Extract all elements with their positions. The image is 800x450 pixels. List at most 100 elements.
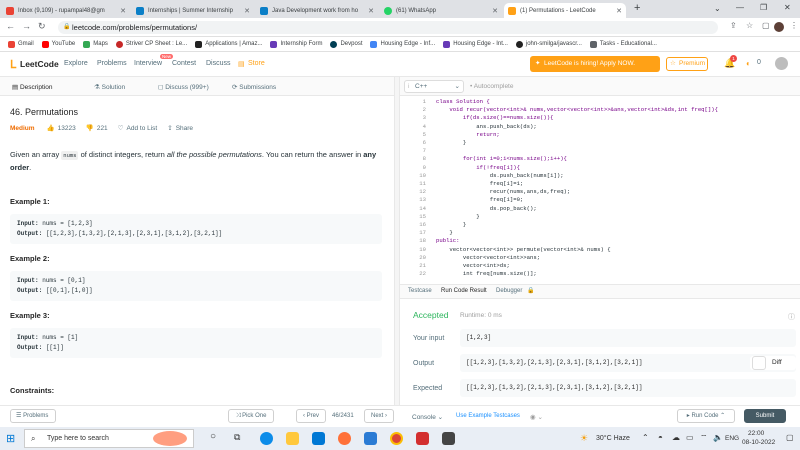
language-indicator[interactable]: ENG bbox=[725, 435, 739, 442]
code-line[interactable]: 9 if(!freq[i]){ bbox=[400, 164, 800, 172]
close-icon[interactable]: ✕ bbox=[492, 7, 498, 15]
code-line[interactable]: 11 freq[i]=1; bbox=[400, 180, 800, 188]
code-line[interactable]: 1 class Solution { bbox=[400, 98, 800, 106]
bookmark-housing-edge-2[interactable]: Housing Edge - Int... bbox=[443, 40, 508, 48]
tab-testcase[interactable]: Testcase bbox=[408, 288, 432, 294]
tab-solution[interactable]: ⚗ Solution bbox=[94, 83, 125, 91]
submit-button[interactable]: Submit bbox=[744, 409, 786, 423]
volume-icon[interactable]: 🔈 bbox=[713, 433, 723, 442]
clock-date[interactable]: 08-10-2022 bbox=[742, 439, 775, 446]
bookmark-amazon[interactable]: Applications | Amaz... bbox=[195, 40, 262, 48]
code-line[interactable]: 5 return; bbox=[400, 131, 800, 139]
bookmark-tasks[interactable]: Tasks - Educational... bbox=[589, 40, 657, 48]
windows-start-icon[interactable]: ⊞ bbox=[6, 432, 15, 445]
language-select[interactable]: i C++ ⌄ bbox=[404, 80, 464, 93]
code-line[interactable]: 7 bbox=[400, 147, 800, 155]
thumbs-down-icon[interactable]: 👎 bbox=[86, 124, 94, 132]
nav-contest[interactable]: Contest bbox=[172, 60, 196, 67]
url-input[interactable]: 🔒 leetcode.com/problems/permutations/ bbox=[58, 21, 718, 34]
tab-gmail[interactable]: Inbox (9,109) - rupampal48@gm ✕ bbox=[2, 3, 130, 18]
clock-time[interactable]: 22:00 bbox=[748, 430, 764, 437]
diff-toggle[interactable]: Diff bbox=[750, 356, 796, 370]
forward-icon[interactable]: → bbox=[22, 21, 31, 31]
close-icon[interactable]: ✕ bbox=[244, 7, 250, 15]
problems-button[interactable]: ☰ Problems bbox=[10, 409, 56, 423]
premium-button[interactable]: ☆ Premium bbox=[666, 57, 708, 71]
code-line[interactable]: 21 vector<int>ds; bbox=[400, 262, 800, 270]
bookmark-housing-edge-1[interactable]: Housing Edge - Inf... bbox=[370, 40, 435, 48]
taskbar-search-box[interactable]: ⌕ Type here to search bbox=[24, 429, 194, 448]
close-icon[interactable]: ✕ bbox=[616, 7, 622, 15]
battery-icon[interactable]: ▭ bbox=[686, 433, 694, 442]
bookmark-devpost[interactable]: Devpost bbox=[330, 40, 362, 48]
code-line[interactable]: 8 for(int i=0;i<nums.size();i++){ bbox=[400, 155, 800, 163]
code-line[interactable]: 12 recur(nums,ans,ds,freq); bbox=[400, 188, 800, 196]
help-icon[interactable]: ◉ ⌄ bbox=[530, 413, 543, 421]
nav-problems[interactable]: Problems bbox=[97, 60, 127, 67]
run-code-button[interactable]: ▸ Run Code ⌃ bbox=[677, 409, 735, 423]
coin-icon[interactable]: ◐ bbox=[746, 59, 751, 68]
bookmark-maps[interactable]: Maps bbox=[83, 40, 108, 48]
code-line[interactable]: 18 public: bbox=[400, 237, 800, 245]
chevron-down-icon[interactable]: ⌄ bbox=[714, 4, 721, 13]
logo-text[interactable]: LeetCode bbox=[20, 59, 59, 69]
code-line[interactable]: 15 } bbox=[400, 213, 800, 221]
chrome-icon[interactable] bbox=[390, 432, 403, 445]
nav-store[interactable]: Store bbox=[248, 60, 265, 67]
tab-java[interactable]: Java Development work from ho ✕ bbox=[256, 3, 378, 18]
star-icon[interactable]: ☆ bbox=[746, 21, 753, 30]
code-editor[interactable]: 1 class Solution {2 void recur(vector<int… bbox=[400, 98, 800, 284]
tray-cloud-icon[interactable]: ☁ bbox=[672, 433, 680, 442]
code-line[interactable]: 4 ans.push_back(ds); bbox=[400, 123, 800, 131]
thumbs-up-icon[interactable]: 👍 bbox=[47, 124, 55, 132]
nav-discuss[interactable]: Discuss bbox=[206, 60, 231, 67]
autocomplete-toggle[interactable]: • Autocomplete bbox=[470, 83, 513, 90]
tab-whatsapp[interactable]: (61) WhatsApp ✕ bbox=[380, 3, 502, 18]
bookmark-youtube[interactable]: YouTube bbox=[41, 40, 75, 48]
code-line[interactable]: 19 vector<vector<int>> permute(vector<in… bbox=[400, 246, 800, 254]
minimize-icon[interactable]: — bbox=[736, 3, 744, 12]
tray-network-icon[interactable]: ◓ bbox=[658, 433, 663, 442]
bookmark-striver[interactable]: Striver CP Sheet : Le... bbox=[115, 40, 187, 48]
share-icon[interactable]: ⇪ bbox=[730, 21, 737, 30]
tab-submissions[interactable]: ⟳ Submissions bbox=[232, 83, 276, 91]
vscode-icon[interactable] bbox=[364, 432, 377, 445]
back-icon[interactable]: ← bbox=[6, 21, 15, 31]
tab-run-code-result[interactable]: Run Code Result bbox=[441, 288, 487, 294]
pdf-reader-icon[interactable] bbox=[416, 432, 429, 445]
menu-icon[interactable]: ⋮ bbox=[790, 21, 798, 30]
next-button[interactable]: Next › bbox=[364, 409, 394, 423]
nav-explore[interactable]: Explore bbox=[64, 60, 88, 67]
notifications-icon[interactable]: ▢ bbox=[786, 433, 794, 442]
close-icon[interactable]: ✕ bbox=[368, 7, 374, 15]
wifi-icon[interactable]: ⌔ bbox=[700, 433, 708, 443]
code-line[interactable]: 6 } bbox=[400, 139, 800, 147]
cortana-icon[interactable]: ○ bbox=[210, 431, 216, 442]
bookmark-github[interactable]: john-smilga/javascr... bbox=[515, 40, 582, 48]
firefox-icon[interactable] bbox=[338, 432, 351, 445]
reload-icon[interactable]: ↻ bbox=[38, 21, 46, 32]
tab-debugger[interactable]: Debugger bbox=[496, 288, 522, 294]
task-view-icon[interactable]: ⧉ bbox=[234, 432, 240, 443]
user-avatar[interactable] bbox=[775, 57, 788, 70]
pick-one-button[interactable]: ⤨ Pick One bbox=[228, 409, 274, 423]
hiring-banner[interactable]: ✦ LeetCode is hiring! Apply NOW. bbox=[530, 56, 660, 72]
code-line[interactable]: 10 ds.push_back(nums[i]); bbox=[400, 172, 800, 180]
tab-description[interactable]: ▤ Description bbox=[12, 83, 52, 91]
mail-icon[interactable] bbox=[312, 432, 325, 445]
code-line[interactable]: 14 ds.pop_back(); bbox=[400, 205, 800, 213]
avatar[interactable] bbox=[774, 22, 784, 32]
sidebar-icon[interactable]: ▢ bbox=[762, 21, 770, 30]
close-icon[interactable]: ✕ bbox=[120, 7, 126, 15]
weather-text[interactable]: 30°C Haze bbox=[596, 435, 630, 442]
new-tab-button[interactable]: + bbox=[634, 2, 640, 14]
bookmark-gmail[interactable]: Gmail bbox=[8, 40, 34, 48]
code-line[interactable]: 3 if(ds.size()==nums.size()){ bbox=[400, 114, 800, 122]
code-line[interactable]: 22 int freq[nums.size()]; bbox=[400, 270, 800, 278]
tab-leetcode[interactable]: (1) Permutations - LeetCode ✕ bbox=[504, 3, 626, 18]
leetcode-logo-icon[interactable]: ᒪ bbox=[10, 58, 16, 71]
maximize-icon[interactable]: ❐ bbox=[760, 3, 767, 12]
tray-chevron-up-icon[interactable]: ⌃ bbox=[642, 433, 649, 442]
console-button[interactable]: Console ⌄ bbox=[412, 413, 443, 421]
code-line[interactable]: 16 } bbox=[400, 221, 800, 229]
